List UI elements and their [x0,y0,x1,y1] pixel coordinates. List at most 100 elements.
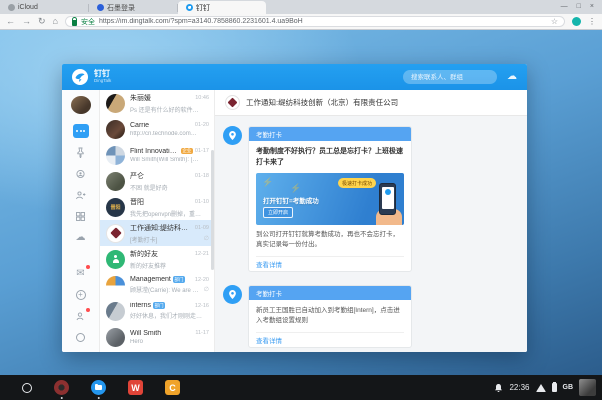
secure-label: 安全 [81,17,95,27]
chat-list-item[interactable]: Management部门12-20 顾慧滢(Carrie): We are …∅ [100,272,214,298]
banner-headline: 打开钉钉=考勤成功 [263,195,319,205]
chat-time: 01-09 [195,225,209,231]
tab-label: 石墨登录 [107,3,135,13]
tab-icloud[interactable]: iCloud [0,1,88,14]
refresh-icon[interactable]: ↻ [38,17,46,26]
address-bar[interactable]: 安全 https://im.dingtalk.com/?spm=a3140.78… [65,16,565,27]
keyboard-layout: GB [563,384,574,391]
launcher-icon[interactable] [22,383,32,393]
c-app-icon[interactable]: C [165,380,180,395]
tab-dingtalk-active[interactable]: 钉钉 [178,1,266,14]
card-title: 考勤制度不好执行？员工总是忘打卡？上班极速打卡来了 [256,147,404,168]
attendance-pin-icon [223,285,242,304]
avatar [106,250,125,269]
dingtalk-favicon-icon [186,4,193,11]
apple-icon [8,4,15,11]
battery-icon [552,383,557,392]
more-circle-icon[interactable] [73,331,89,345]
chat-list-item[interactable]: 严仑01-18 不困 就是好奇 [100,168,214,194]
wifi-icon [536,384,546,392]
chat-list-item[interactable]: Flint Innovations企业01-17 Will Smith(Will… [100,142,214,168]
chat-preview: 好好休息，我们才刚刚走… [130,311,209,320]
mail-icon[interactable]: ✉ [73,266,89,280]
contacts-icon[interactable] [73,188,89,202]
chat-preview: http://cn.technode.com… [130,131,209,137]
chat-list-item[interactable]: Will Smith11-17 Hero [100,324,214,350]
chat-list-item[interactable]: 晋阳 晋阳 01-10 我先把openvpn删掉，重… [100,194,214,220]
back-icon[interactable]: ← [6,17,15,26]
view-details-link[interactable]: 查看详情 [256,256,404,271]
avatar [106,94,125,113]
url-text: https://im.dingtalk.com/?spm=a3140.78588… [99,18,303,25]
secure-lock-icon [72,20,77,26]
chat-list-item[interactable]: interns部门12-16 好好休息，我们才刚刚走… [100,298,214,324]
chat-time: 01-18 [195,173,209,179]
chat-name: 晋阳 [130,197,144,207]
chrome-icon[interactable] [54,380,69,395]
mute-icon: ∅ [204,287,209,293]
window-controls: — □ × [561,3,602,14]
avatar [106,146,125,165]
clock: 22:36 [509,383,529,392]
search-input[interactable] [403,70,497,84]
calls-icon[interactable] [73,167,89,181]
files-icon[interactable] [91,380,106,395]
notification-dot [86,265,90,269]
chat-nav-icon[interactable] [73,124,89,138]
new-friends-icon[interactable] [73,309,89,323]
chat-preview: Ps 还是有什么好的软件… [130,105,209,114]
wps-writer-icon[interactable]: W [128,380,143,395]
browser-menu-icon[interactable]: ⋮ [588,17,596,26]
avatar [106,302,125,321]
browser-profile-avatar[interactable] [572,17,581,26]
card-body-text: 到公司打开钉钉就算考勤成功，再也不会忘打卡，真实记录每一份付出。 [256,230,404,250]
forward-icon[interactable]: → [22,17,31,26]
attendance-card[interactable]: 考勤打卡 考勤制度不好执行？员工总是忘打卡？上班极速打卡来了 ⚡ ⚡ 极速打卡成… [248,126,412,272]
chat-preview: [考勤打卡] [130,235,201,244]
chat-time: 01-17 [195,148,209,154]
cloud-sync-icon[interactable]: ☁ [507,72,517,82]
dingtalk-body: ☁ ✉ + 朱丽媛10:46 Ps 还是有什么好的软件… [62,90,527,352]
card-tag: 考勤打卡 [249,286,411,300]
attendance-pin-icon [223,126,242,145]
chat-list-scrollbar[interactable] [211,150,214,270]
nav-rail: ☁ ✉ + [62,90,100,352]
attendance-card[interactable]: 考勤打卡 新员工王国胜已自动加入到考勤组[Intern]，点击进入考勤组设置规则… [248,285,412,348]
chat-time: 12-21 [195,251,209,257]
system-user-avatar[interactable] [579,379,596,396]
group-badge: 部门 [153,302,165,308]
bookmark-star-icon[interactable]: ☆ [551,17,558,26]
view-details-link[interactable]: 查看详情 [256,332,404,347]
brand: 钉钉 DingTalk [94,70,111,84]
app-subtitle: DingTalk [94,79,111,84]
avatar: 晋阳 [106,198,125,217]
ding-pin-icon[interactable] [73,145,89,159]
add-icon[interactable]: + [73,288,89,302]
restore-icon[interactable]: □ [577,3,581,10]
system-tray[interactable]: 22:36 GB [494,379,602,396]
avatar [106,328,125,347]
workbench-grid-icon[interactable] [73,210,89,224]
chat-list-item[interactable]: 朱丽媛10:46 Ps 还是有什么好的软件… [100,90,214,116]
message-area[interactable]: 考勤打卡 考勤制度不好执行？员工总是忘打卡？上班极速打卡来了 ⚡ ⚡ 极速打卡成… [215,116,527,352]
minimize-icon[interactable]: — [561,3,568,10]
conversation-header: 工作通知:缇纺科技创新（北京）有限责任公司 [215,90,527,116]
chat-time: 11-17 [195,330,209,336]
dingtalk-app-window: 钉钉 DingTalk ☁ [62,64,527,352]
lightning-icon: ⚡ [290,183,301,194]
cloud-drive-icon[interactable]: ☁ [73,231,89,245]
chat-name: 新的好友 [130,249,158,259]
chat-list-item-selected[interactable]: 工作通知:缇纺科技创…01-09 [考勤打卡]∅ [100,220,214,246]
avatar-text: 晋阳 [110,204,120,211]
chat-preview: 我先把openvpn删掉，重… [130,209,209,218]
chat-list-item[interactable]: Carrie01-20 http://cn.technode.com… [100,116,214,142]
user-avatar[interactable] [71,96,91,114]
close-icon[interactable]: × [590,3,594,10]
chat-list-item[interactable]: 新的好友12-21 新的好友推荐 [100,246,214,272]
chat-time: 12-20 [195,277,209,283]
home-icon[interactable]: ⌂ [53,17,58,26]
banner-button[interactable]: 立即开启 [263,207,293,218]
tab-shimo[interactable]: 石墨登录 [89,1,177,14]
chat-time: 01-10 [195,199,209,205]
mute-icon: ∅ [204,236,209,242]
